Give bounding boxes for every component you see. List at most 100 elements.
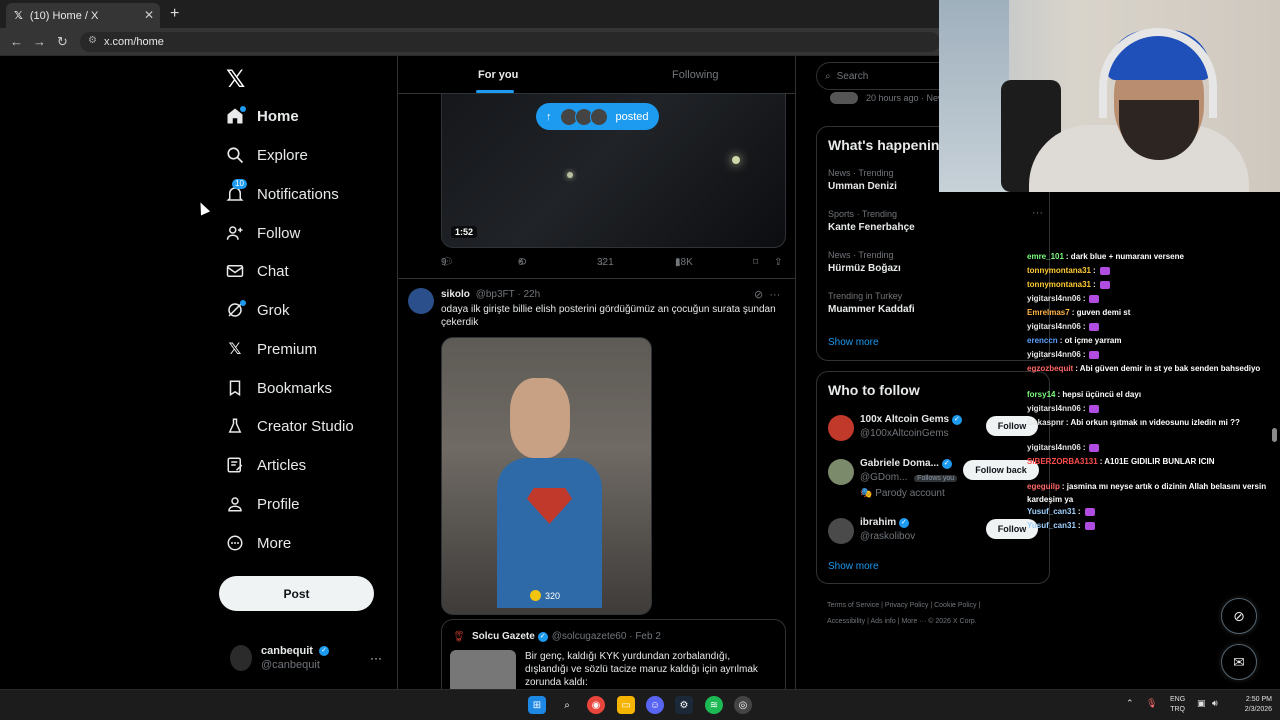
parody-label: 🎭 Parody account	[860, 488, 945, 499]
quoted-post[interactable]: 🌹︎ Solcu Gazete ✓ @solcugazete60 · Feb 2…	[441, 619, 786, 689]
trends-show-more[interactable]: Show more	[828, 337, 879, 348]
avatar-stack	[830, 92, 858, 104]
nav-articles[interactable]: Articles	[226, 450, 306, 480]
trend-meta: Sports · Trending	[828, 209, 898, 219]
account-switcher[interactable]: canbequit ✓ @canbequit ···	[228, 641, 388, 677]
avatar	[828, 459, 854, 485]
bookmark-icon[interactable]: ⌑	[753, 257, 758, 268]
nav-more-label: More	[257, 534, 292, 552]
new-posts-pill[interactable]: ↑ posted	[536, 103, 659, 130]
search-icon	[226, 146, 244, 164]
tab-following[interactable]: Following	[672, 69, 718, 81]
tab-for-you[interactable]: For you	[478, 69, 518, 81]
who-to-follow-show-more[interactable]: Show more	[828, 561, 879, 572]
avatar[interactable]	[408, 288, 434, 314]
scrollbar[interactable]	[1272, 428, 1277, 442]
chat-text: :	[1093, 280, 1096, 289]
webcam-headset-decor	[1099, 28, 1217, 118]
post2-author[interactable]: sikolo	[441, 289, 470, 300]
nav-profile-label: Profile	[257, 495, 300, 513]
nav-bookmarks[interactable]: Bookmarks	[226, 373, 332, 403]
tray-chevron-icon[interactable]: ⌃	[1126, 698, 1134, 709]
trend-item[interactable]: Sports · Trending Kante Fenerbahçe	[828, 209, 915, 233]
views-button[interactable]: ▮ 18K	[675, 257, 693, 268]
back-icon[interactable]: ←	[10, 34, 23, 49]
taskbar-search-icon[interactable]: ⌕	[558, 696, 576, 714]
chat-emote-icon	[1099, 280, 1110, 289]
repost-button[interactable]: ⟲ 6	[518, 257, 526, 268]
x-logo-icon[interactable]: 𝕏	[226, 65, 245, 94]
browser-tab[interactable]: 𝕏 (10) Home / X ✕	[6, 3, 160, 28]
chat-message: egzozbequit: Abi güven demir in st ye ba…	[1027, 362, 1267, 375]
account-more-icon[interactable]: ···	[370, 651, 382, 665]
url-field[interactable]: ⚙ x.com/home	[80, 32, 940, 52]
coin-count: 320	[545, 590, 561, 601]
verified-badge-icon: ✓	[898, 517, 909, 528]
nav-chat[interactable]: Chat	[226, 256, 289, 286]
trend-item[interactable]: News · Trending Umman Denizi	[828, 168, 897, 192]
chat-username: Emrelmas7	[1027, 308, 1070, 317]
reload-icon[interactable]: ↻	[57, 34, 68, 50]
suggestion-name: Gabriele Doma...	[860, 458, 939, 469]
chat-username: erenccn	[1027, 336, 1058, 345]
new-tab-button[interactable]: +	[170, 5, 179, 23]
nav-home[interactable]: Home	[226, 101, 299, 131]
messages-floating-icon[interactable]: ✉	[1221, 644, 1257, 680]
footer-line-2[interactable]: Accessibility | Ads info | More ··· © 20…	[827, 614, 1042, 630]
reply-button[interactable]: 💬︎ 9	[441, 257, 454, 268]
grok-floating-icon[interactable]: ⊘	[1221, 598, 1257, 634]
footer-line-1[interactable]: Terms of Service | Privacy Policy | Cook…	[827, 598, 1042, 614]
chat-emote-icon	[1084, 507, 1095, 516]
post-more-icon[interactable]: ···	[769, 289, 780, 301]
microphone-icon[interactable]: 🎙︎	[1146, 698, 1157, 709]
nav-explore[interactable]: Explore	[226, 140, 308, 170]
nav-bookmarks-label: Bookmarks	[257, 379, 333, 397]
file-explorer-icon[interactable]: ▭	[617, 696, 635, 714]
trend-item[interactable]: News · Trending Hürmüz Boğazı	[828, 250, 901, 274]
chat-username: egeguilp	[1027, 482, 1060, 491]
system-clock[interactable]: 2:50 PM 2/3/2026	[1228, 695, 1272, 715]
chat-text: :	[1077, 507, 1081, 516]
share-icon[interactable]: ⇪	[774, 257, 782, 268]
network-icon[interactable]: ▣	[1197, 698, 1206, 709]
nav-creator-studio-label: Creator Studio	[257, 417, 354, 435]
forward-icon[interactable]: →	[33, 34, 46, 49]
chrome-icon[interactable]: ◉	[587, 696, 605, 714]
articles-icon	[226, 456, 244, 474]
trend-item[interactable]: Trending in Turkey Muammer Kaddafi	[828, 291, 915, 315]
account-handle: @canbequit	[261, 659, 320, 671]
like-button[interactable]: ♡ 321	[597, 257, 614, 268]
nav-grok[interactable]: Grok	[226, 295, 290, 325]
trend-more-icon[interactable]: ···	[1032, 207, 1043, 219]
language-indicator[interactable]: ENG TRQ	[1170, 695, 1185, 715]
nav-more[interactable]: More	[226, 528, 291, 558]
chat-emote-icon	[1089, 404, 1100, 413]
chat-emote-icon	[1089, 350, 1100, 359]
bookmark-icon	[226, 379, 244, 397]
grok-explain-icon[interactable]: ⊘	[754, 289, 763, 301]
home-unread-dot	[240, 106, 246, 112]
nav-premium-label: Premium	[257, 340, 318, 358]
nav-profile[interactable]: Profile	[226, 489, 300, 519]
obs-icon[interactable]: ◎	[734, 696, 752, 714]
nav-notifications[interactable]: 10 Notifications	[226, 179, 339, 209]
nav-creator-studio[interactable]: Creator Studio	[226, 411, 354, 441]
steam-icon[interactable]: ⚙	[675, 696, 693, 714]
chat-message: erenccn: ot içme yarram	[1027, 334, 1267, 347]
nav-premium[interactable]: 𝕏 Premium	[226, 334, 317, 364]
chat-emote-icon	[1089, 443, 1100, 452]
volume-icon[interactable]: 🔊︎	[1212, 698, 1218, 709]
post-button[interactable]: Post	[219, 576, 374, 611]
nav-home-label: Home	[257, 107, 299, 125]
spotify-icon[interactable]: ≋	[705, 696, 723, 714]
chat-emote-icon	[1084, 521, 1095, 530]
chat-message: Emrelmas7: guven demi st	[1027, 306, 1267, 319]
site-settings-icon[interactable]: ⚙	[88, 35, 97, 46]
discord-icon[interactable]: ☺	[646, 696, 664, 714]
windows-start-icon[interactable]: ⊞	[528, 696, 546, 714]
nav-follow[interactable]: Follow	[226, 218, 300, 248]
post2-video[interactable]: 320	[441, 337, 652, 615]
chat-username: yigitarsl4nn06	[1027, 350, 1081, 359]
post2-handle[interactable]: @bp3FT	[476, 289, 515, 300]
close-tab-icon[interactable]: ✕	[144, 8, 154, 22]
